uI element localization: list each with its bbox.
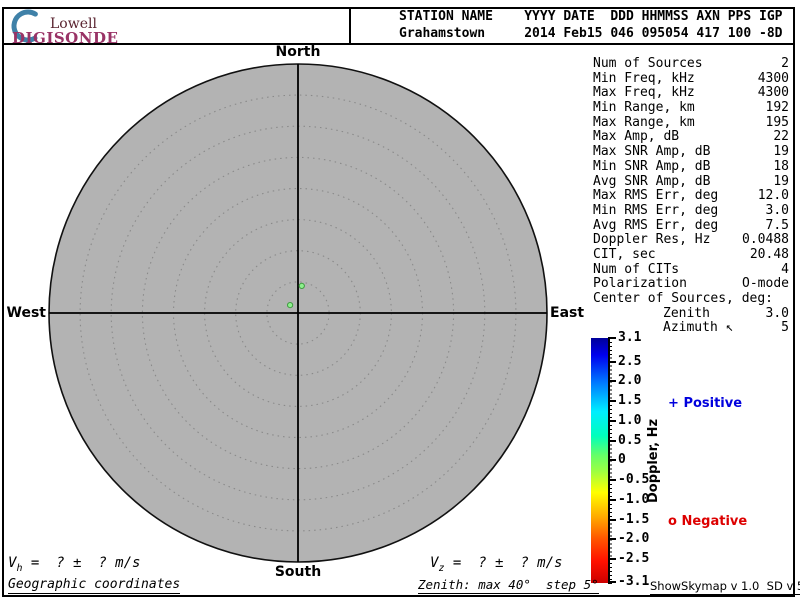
- colorbar-tick: [608, 337, 616, 339]
- brand-digisonde: DIGISONDE: [12, 29, 119, 47]
- circle-marker-icon: o: [668, 514, 677, 529]
- panel-row: Doppler Res, Hz 0.0488: [593, 232, 789, 248]
- vz-velocity-readout: Vz = ? ± ? m/s: [430, 555, 563, 574]
- panel-row: Max Amp, dB 22: [593, 129, 789, 145]
- panel-row: Min RMS Err, deg 3.0: [593, 202, 789, 218]
- station-header-line2: Grahamstown 2014 Feb15 046 095054 417 10…: [399, 26, 783, 41]
- colorbar-tick: [608, 380, 616, 382]
- header-separator-line: [2, 43, 795, 45]
- colorbar-tick: [608, 440, 616, 442]
- skymap-polar-plot: [48, 63, 548, 563]
- measurement-panel: Num of Sources 2 Min Freq, kHz 4300 Max Fr…: [593, 56, 789, 336]
- showskymap-window: Lowell DIGISONDE STATION NAME YYYY DATE …: [0, 0, 800, 600]
- panel-row: Max Range, km 195: [593, 114, 789, 130]
- panel-row: Avg RMS Err, deg 7.5: [593, 217, 789, 233]
- colorbar-tick: [608, 538, 616, 540]
- colorbar-tick-label: -2.0: [618, 531, 650, 546]
- panel-row: Max Freq, kHz 4300: [593, 85, 789, 101]
- colorbar-tick-label: -1.5: [618, 512, 650, 527]
- panel-row: Min Freq, kHz 4300: [593, 70, 789, 86]
- colorbar-tick: [608, 558, 616, 560]
- version-label: ShowSkymap v 1.0 SD v 5.1: [650, 579, 800, 595]
- panel-row: Max RMS Err, deg 12.0: [593, 188, 789, 204]
- panel-row: Max SNR Amp, dB 19: [593, 144, 789, 160]
- panel-row: Avg SNR Amp, dB 19: [593, 173, 789, 189]
- compass-west-label: West: [6, 305, 46, 321]
- plus-marker-icon: +: [668, 396, 679, 411]
- panel-row: Min SNR Amp, dB 18: [593, 158, 789, 174]
- coordinates-mode-label: Geographic coordinates: [8, 577, 181, 594]
- colorbar-spine: [608, 338, 610, 584]
- colorbar-tick-label: 3.1: [618, 330, 642, 345]
- panel-row: Num of Sources 2: [593, 56, 789, 71]
- colorbar-tick-label: 2.0: [618, 373, 642, 388]
- panel-row: CIT, sec 20.48: [593, 246, 789, 262]
- legend-negative: o Negative: [668, 514, 748, 529]
- zenith-scale-note: Zenith: max 40° step 5°: [418, 577, 599, 594]
- colorbar-tick-label: -2.5: [618, 551, 650, 566]
- colorbar-tick: [608, 499, 616, 501]
- colorbar-tick: [608, 581, 616, 583]
- vh-velocity-readout: Vh = ? ± ? m/s: [8, 555, 141, 574]
- compass-south-label: South: [274, 564, 322, 580]
- colorbar-tick-label: 2.5: [618, 354, 642, 369]
- legend-positive: + Positive: [668, 396, 743, 411]
- header-divider-line: [349, 7, 351, 45]
- panel-row: Min Range, km 192: [593, 100, 789, 116]
- station-header-line1: STATION NAME YYYY DATE DDD HHMMSS AXN PP…: [399, 9, 783, 24]
- colorbar-tick: [608, 400, 616, 402]
- compass-north-label: North: [275, 44, 321, 60]
- source-marker: [298, 282, 305, 289]
- colorbar-tick: [608, 361, 616, 363]
- colorbar-tick: [608, 459, 616, 461]
- source-marker: [287, 302, 294, 309]
- colorbar-tick: [608, 420, 616, 422]
- colorbar-axis-label: Doppler, Hz: [646, 418, 661, 503]
- doppler-colorbar: [591, 338, 608, 583]
- panel-row: Num of CITs 4: [593, 261, 789, 277]
- colorbar-tick-label: 1.5: [618, 393, 642, 408]
- colorbar-tick: [608, 479, 616, 481]
- panel-row: Center of Sources, deg:: [593, 291, 774, 306]
- panel-row: Zenith 3.0: [663, 305, 789, 321]
- colorbar-tick: [608, 519, 616, 521]
- panel-row: Polarization O-mode: [593, 276, 789, 292]
